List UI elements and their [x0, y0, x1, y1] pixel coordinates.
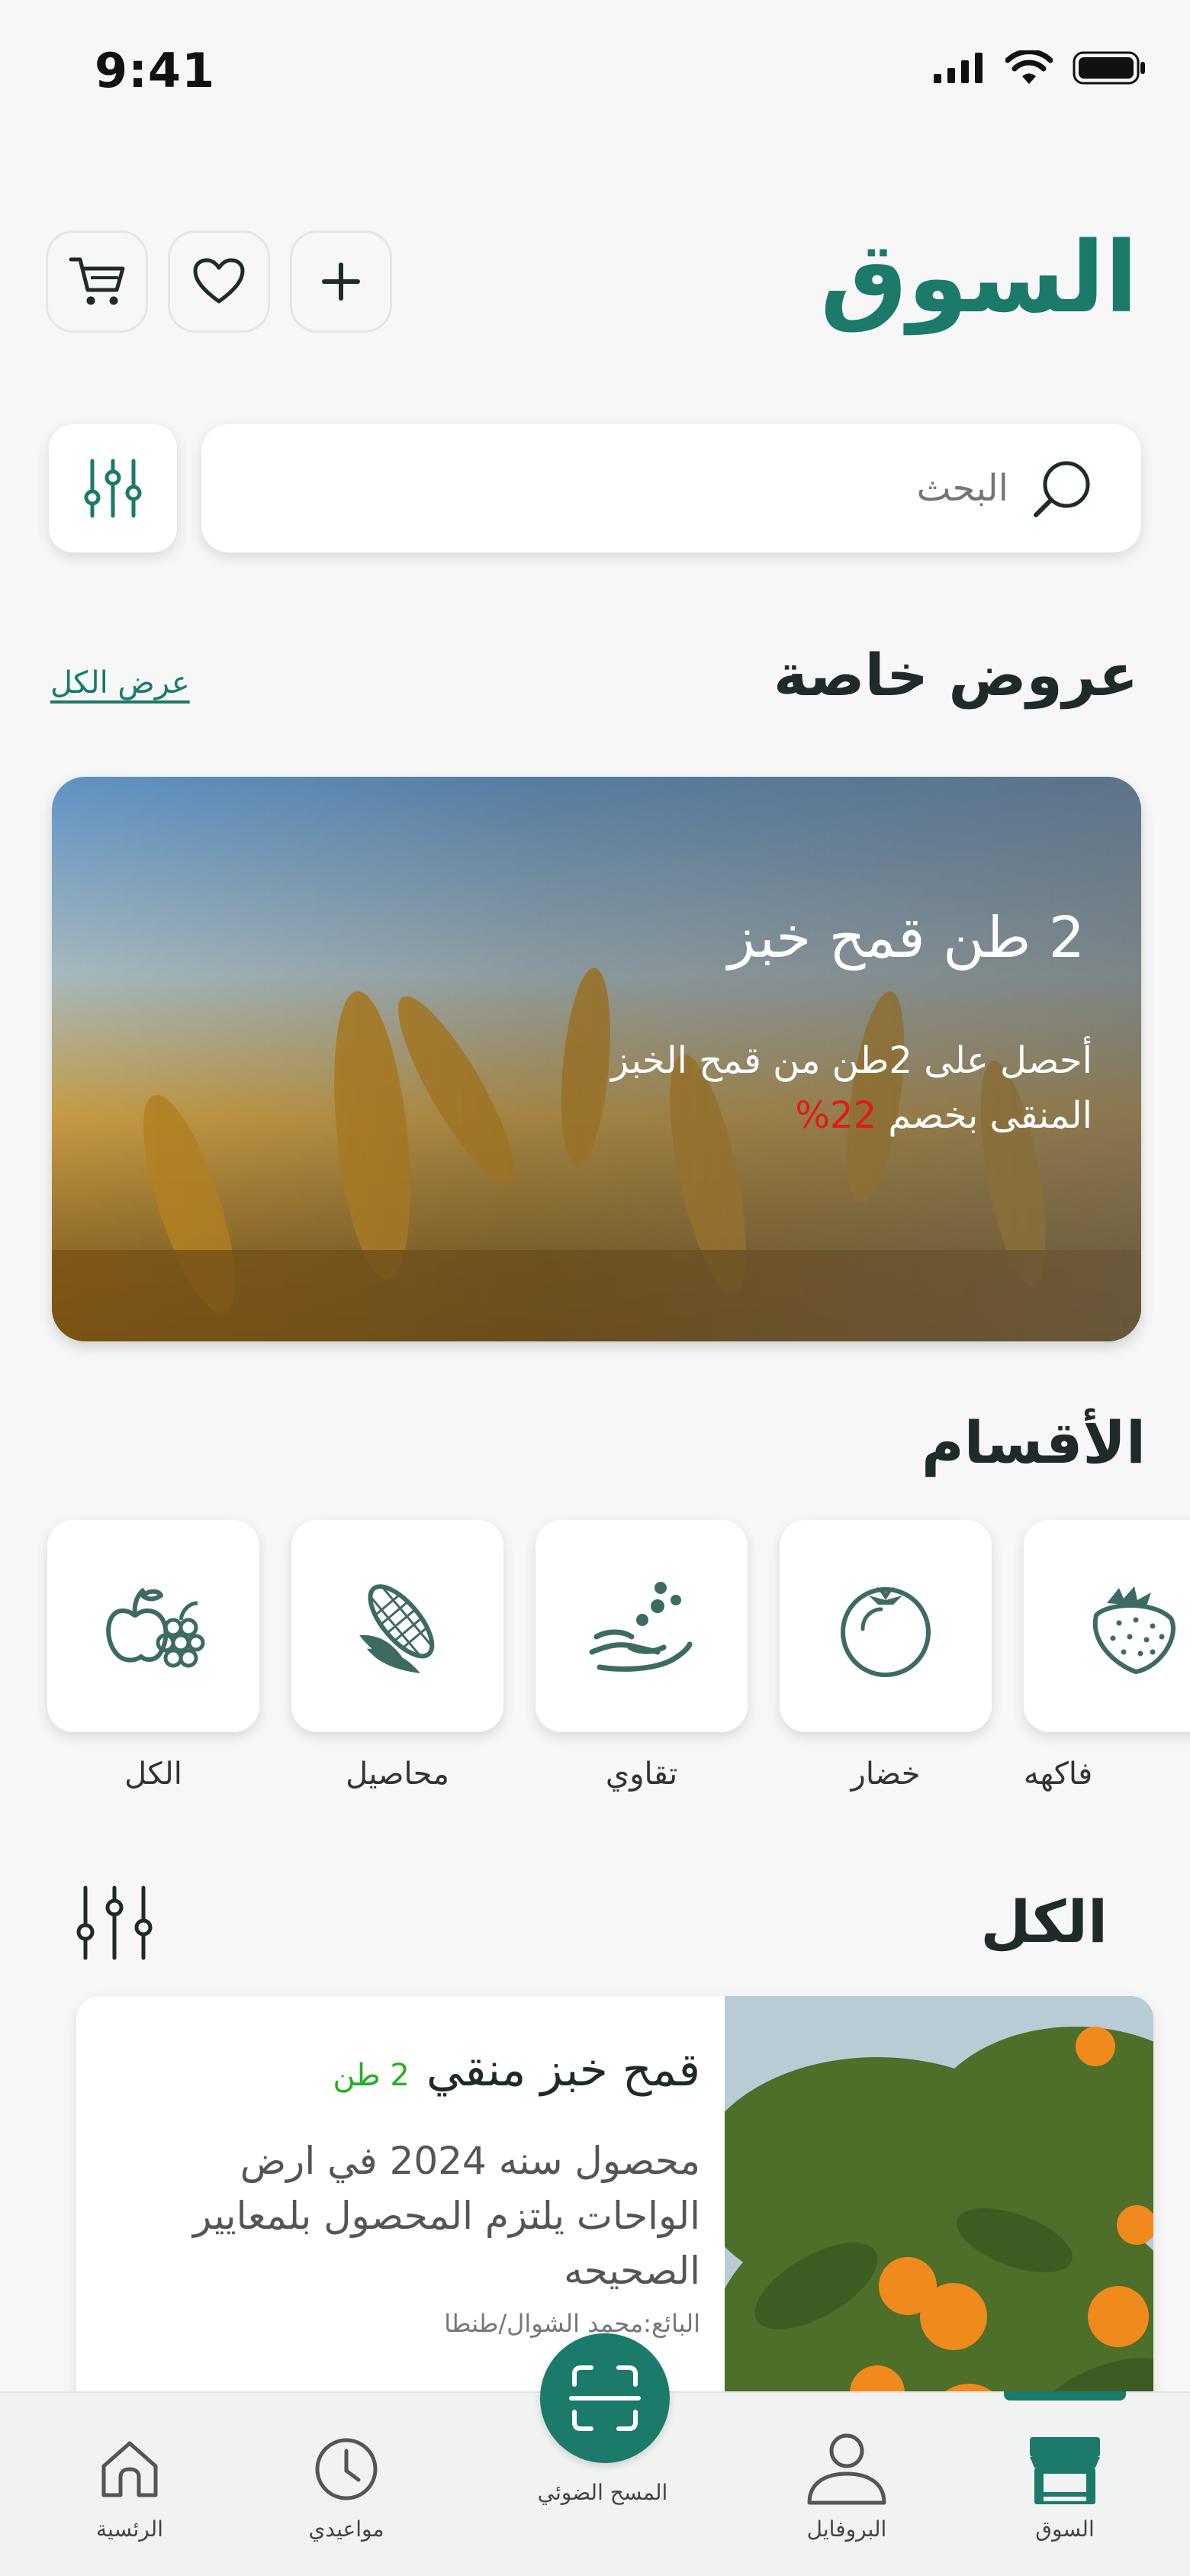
- nav-profile[interactable]: البروفايل: [755, 2393, 938, 2576]
- all-products-title: الكل: [980, 1888, 1108, 1956]
- products-filter-button[interactable]: [73, 1885, 157, 1964]
- battery-icon: [1073, 51, 1145, 85]
- nav-profile-label: البروفايل: [806, 2516, 887, 2542]
- tomato-icon: [841, 1586, 931, 1677]
- special-offers-title: عروض خاصة: [774, 641, 1138, 709]
- banner-discount: 22%: [795, 1094, 877, 1137]
- nav-scan-label: المسح الضوئي: [537, 2480, 668, 2505]
- search-icon: [1034, 461, 1090, 517]
- nav-active-indicator: [1004, 2391, 1126, 2401]
- category-crops-label: محاصيل: [346, 1757, 449, 1792]
- category-seeds[interactable]: [536, 1520, 748, 1732]
- filter-button[interactable]: [49, 424, 177, 552]
- category-fruits-label: فاكهه: [1024, 1757, 1093, 1792]
- product-title: قمح خبز منقي: [426, 2043, 700, 2097]
- offer-banner[interactable]: 2 طن قمح خبز أحصل على 2طن من قمح الخبز ا…: [52, 777, 1141, 1341]
- categories-title: الأقسام: [921, 1409, 1146, 1476]
- product-quantity: 2 طن: [333, 2058, 410, 2093]
- category-crops[interactable]: [291, 1520, 503, 1732]
- nav-appointments-label: مواعيدي: [308, 2516, 384, 2542]
- view-all-link[interactable]: عرض الكل: [50, 665, 190, 700]
- home-icon: [101, 2441, 158, 2497]
- user-icon: [807, 2433, 886, 2505]
- heart-icon: [193, 258, 245, 304]
- page-title: السوق: [820, 221, 1138, 335]
- strawberry-icon: [1092, 1586, 1176, 1675]
- wifi-icon: [1005, 50, 1053, 84]
- cart-icon: [69, 257, 125, 305]
- nav-appointments[interactable]: مواعيدي: [255, 2393, 438, 2576]
- nav-home-label: الرئسية: [96, 2516, 163, 2542]
- store-icon: [1030, 2437, 1100, 2504]
- favorites-button[interactable]: [168, 230, 270, 333]
- fruit-basket-icon: [106, 1587, 205, 1668]
- status-time: 9:41: [95, 43, 216, 98]
- nav-home[interactable]: الرئسية: [38, 2393, 221, 2576]
- banner-description: أحصل على 2طن من قمح الخبز المنقى بخصم 22…: [558, 1033, 1092, 1143]
- sliders-icon: [84, 459, 142, 518]
- search-bar[interactable]: [201, 424, 1141, 552]
- clock-icon: [315, 2438, 378, 2500]
- category-all-label: الكل: [124, 1757, 182, 1792]
- category-seeds-label: تقاوي: [605, 1757, 678, 1792]
- category-vegetables-label: خضار: [851, 1757, 921, 1792]
- category-fruits[interactable]: [1024, 1520, 1190, 1732]
- product-description: محصول سنه 2024 في ارض الواحات يلتزم المح…: [193, 2139, 700, 2293]
- plus-icon: [322, 262, 360, 301]
- banner-title: 2 طن قمح خبز: [728, 905, 1085, 971]
- signal-icon: [934, 53, 983, 83]
- nav-market-label: السوق: [1035, 2516, 1095, 2542]
- cart-button[interactable]: [46, 230, 148, 333]
- seeds-hand-icon: [589, 1582, 693, 1672]
- nav-market[interactable]: السوق: [973, 2393, 1156, 2576]
- category-all[interactable]: [47, 1520, 259, 1732]
- add-button[interactable]: [290, 230, 392, 333]
- status-icons: [934, 50, 1146, 85]
- product-seller: البائع:محمد الشوال/طنطا: [444, 2309, 700, 2338]
- product-title-row: قمح خبز منقي 2 طن: [333, 2043, 700, 2097]
- scan-button[interactable]: [540, 2333, 670, 2463]
- sliders-icon: [76, 1885, 153, 1960]
- search-input[interactable]: [322, 467, 1008, 510]
- corn-icon: [359, 1584, 435, 1673]
- scan-icon: [569, 2365, 641, 2431]
- category-vegetables[interactable]: [780, 1520, 992, 1732]
